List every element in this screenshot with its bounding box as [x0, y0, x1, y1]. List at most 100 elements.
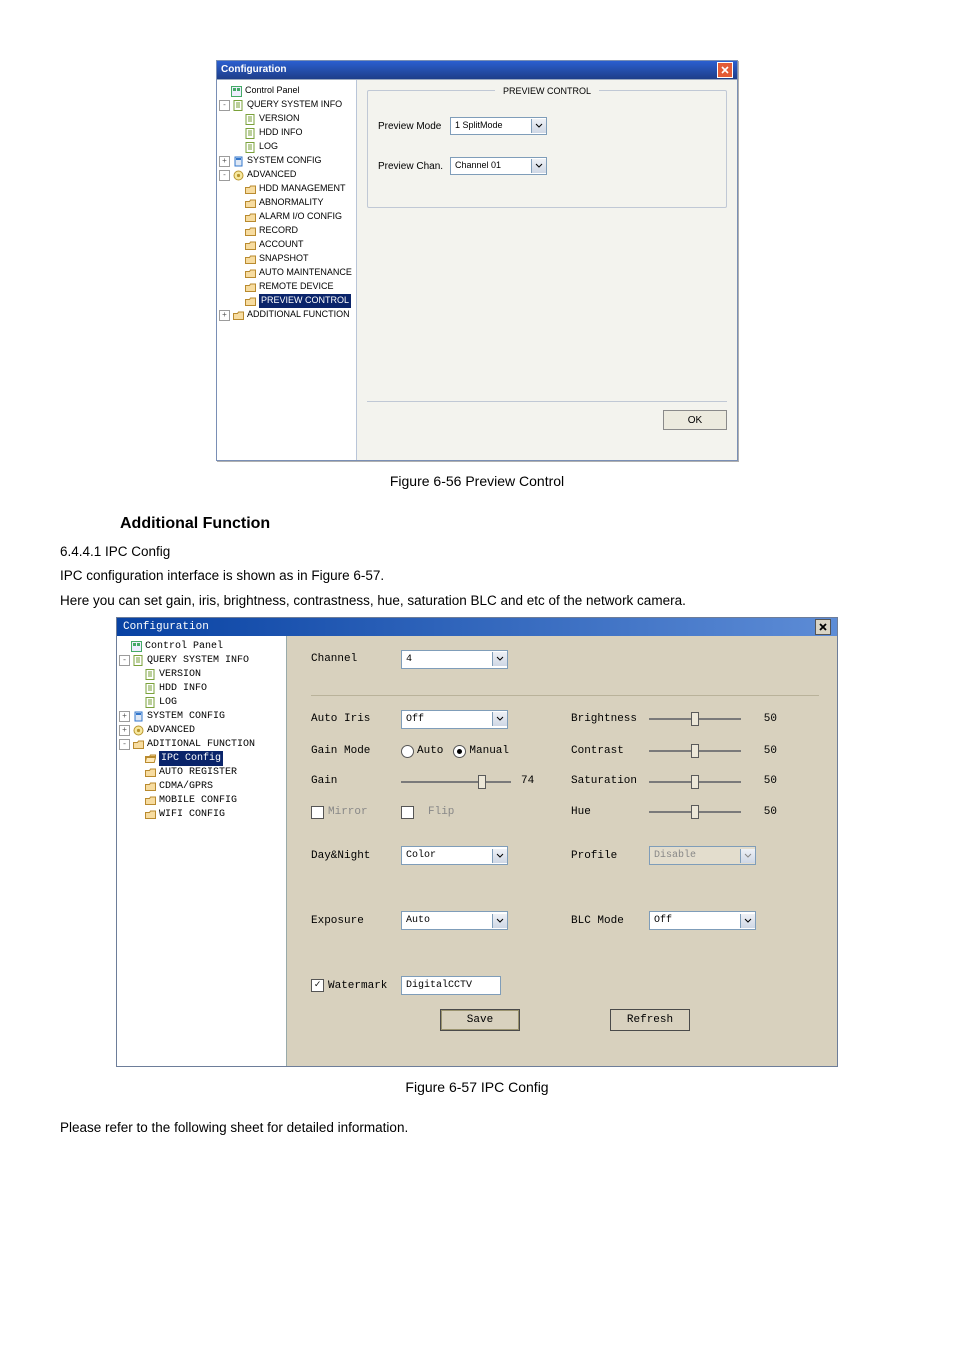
gainmode-auto-radio[interactable]: Auto [401, 743, 443, 760]
tree-item[interactable]: HDD INFO [119, 682, 284, 696]
tree-item[interactable]: + ADVANCED [119, 724, 284, 738]
chevron-down-icon [492, 712, 507, 726]
tree-item[interactable]: Control Panel [119, 640, 284, 654]
expand-icon[interactable]: + [219, 310, 230, 321]
collapse-icon[interactable]: - [119, 739, 130, 750]
brightness-label: Brightness [571, 711, 649, 728]
expand-icon[interactable]: + [219, 156, 230, 167]
tree-item[interactable]: CDMA/GPRS [119, 780, 284, 794]
collapse-icon[interactable]: - [219, 170, 230, 181]
tree-item[interactable]: AUTO MAINTENANCE [219, 266, 354, 280]
tree-item[interactable]: ABNORMALITY [219, 196, 354, 210]
collapse-icon[interactable]: - [219, 100, 230, 111]
nav-tree[interactable]: Control Panel-QUERY SYSTEM INFOVERSIONHD… [117, 636, 287, 1066]
tree-item[interactable]: + SYSTEM CONFIG [119, 710, 284, 724]
section-heading: Additional Function [120, 512, 894, 536]
refresh-button[interactable]: Refresh [610, 1009, 690, 1031]
tree-item[interactable]: WIFI CONFIG [119, 808, 284, 822]
tree-item-label: ADITIONAL FUNCTION [147, 737, 255, 752]
tree-item[interactable]: -QUERY SYSTEM INFO [119, 654, 284, 668]
folder-icon [245, 240, 256, 251]
tree-item-label: MOBILE CONFIG [159, 793, 237, 808]
daynight-label: Day&Night [311, 848, 401, 865]
tree-item[interactable]: - ADVANCED [219, 168, 354, 182]
tree-item[interactable]: VERSION [119, 668, 284, 682]
saturation-slider[interactable] [649, 775, 741, 789]
tree-item[interactable]: MOBILE CONFIG [119, 794, 284, 808]
tree-item[interactable]: RECORD [219, 224, 354, 238]
collapse-icon[interactable]: - [119, 655, 130, 666]
tree-item[interactable]: +SYSTEM CONFIG [219, 154, 354, 168]
tree-item[interactable]: ACCOUNT [219, 238, 354, 252]
tree-spacer [133, 670, 142, 679]
tree-item-label: AUTO MAINTENANCE [259, 266, 352, 280]
channel-select[interactable]: 4 [401, 650, 508, 669]
watermark-checkbox[interactable]: Watermark [311, 978, 401, 995]
watermark-input[interactable]: DigitalCCTV [401, 976, 501, 995]
ipc-config-window: Configuration Control Panel-QUERY SYSTEM… [116, 617, 838, 1067]
gain-slider[interactable] [401, 775, 511, 789]
close-icon[interactable] [815, 619, 831, 635]
tree-spacer [233, 297, 242, 306]
mirror-checkbox[interactable]: Mirror [311, 804, 401, 821]
tree-spacer [233, 129, 242, 138]
tree-item-label: HDD INFO [259, 126, 303, 140]
tree-spacer [233, 283, 242, 292]
folder-icon [245, 282, 256, 293]
tree-item-label: CDMA/GPRS [159, 779, 213, 794]
contrast-slider[interactable] [649, 744, 741, 758]
tree-item[interactable]: -QUERY SYSTEM INFO [219, 98, 354, 112]
tree-item[interactable]: ALARM I/O CONFIG [219, 210, 354, 224]
tree-item[interactable]: Control Panel [219, 84, 354, 98]
chevron-down-icon [492, 914, 507, 928]
tree-item[interactable]: LOG [219, 140, 354, 154]
tree-item-label: SYSTEM CONFIG [147, 709, 225, 724]
tree-spacer [133, 796, 142, 805]
tree-item[interactable]: AUTO REGISTER [119, 766, 284, 780]
daynight-select[interactable]: Color [401, 846, 508, 865]
tree-item[interactable]: PREVIEW CONTROL [219, 294, 354, 308]
doc-icon [145, 683, 156, 694]
hue-slider[interactable] [649, 805, 741, 819]
tree-item-label: IPC Config [159, 751, 223, 766]
tree-item[interactable]: LOG [119, 696, 284, 710]
blc-select[interactable]: Off [649, 911, 756, 930]
tree-spacer [133, 684, 142, 693]
expand-icon[interactable]: + [119, 725, 130, 736]
expand-icon[interactable]: + [119, 711, 130, 722]
doc-icon [133, 655, 144, 666]
tree-item[interactable]: +ADDITIONAL FUNCTION [219, 308, 354, 322]
exposure-select[interactable]: Auto [401, 911, 508, 930]
tree-item-label: ADVANCED [147, 723, 195, 738]
brightness-value: 50 [749, 711, 777, 728]
preview-mode-select[interactable]: 1 SplitMode [450, 117, 547, 135]
preview-chan-select[interactable]: Channel 01 [450, 157, 547, 175]
brightness-slider[interactable] [649, 712, 741, 726]
tree-item[interactable]: HDD INFO [219, 126, 354, 140]
gainmode-manual-radio[interactable]: Manual [453, 743, 509, 760]
tree-item-label: ALARM I/O CONFIG [259, 210, 342, 224]
gain-value: 74 [521, 773, 534, 790]
doc-icon [245, 142, 256, 153]
profile-select: Disable [649, 846, 756, 865]
tree-item-label: PREVIEW CONTROL [259, 294, 351, 308]
tree-item-label: VERSION [159, 667, 201, 682]
tree-item[interactable]: IPC Config [119, 752, 284, 766]
save-button[interactable]: Save [440, 1009, 520, 1031]
folder-icon [145, 767, 156, 778]
nav-tree[interactable]: Control Panel-QUERY SYSTEM INFOVERSIONHD… [217, 80, 357, 460]
tree-item[interactable]: VERSION [219, 112, 354, 126]
chevron-down-icon [492, 652, 507, 666]
tree-item[interactable]: SNAPSHOT [219, 252, 354, 266]
close-icon[interactable] [717, 62, 733, 78]
tree-item[interactable]: REMOTE DEVICE [219, 280, 354, 294]
hue-label: Hue [571, 804, 649, 821]
flip-checkbox[interactable]: Flip [401, 804, 571, 821]
tree-item-label: ADVANCED [247, 168, 296, 182]
tree-item[interactable]: HDD MANAGEMENT [219, 182, 354, 196]
folder-icon [133, 739, 144, 750]
ok-button[interactable]: OK [663, 410, 727, 430]
tree-item[interactable]: - ADITIONAL FUNCTION [119, 738, 284, 752]
folder-icon [245, 212, 256, 223]
autoiris-select[interactable]: Off [401, 710, 508, 729]
